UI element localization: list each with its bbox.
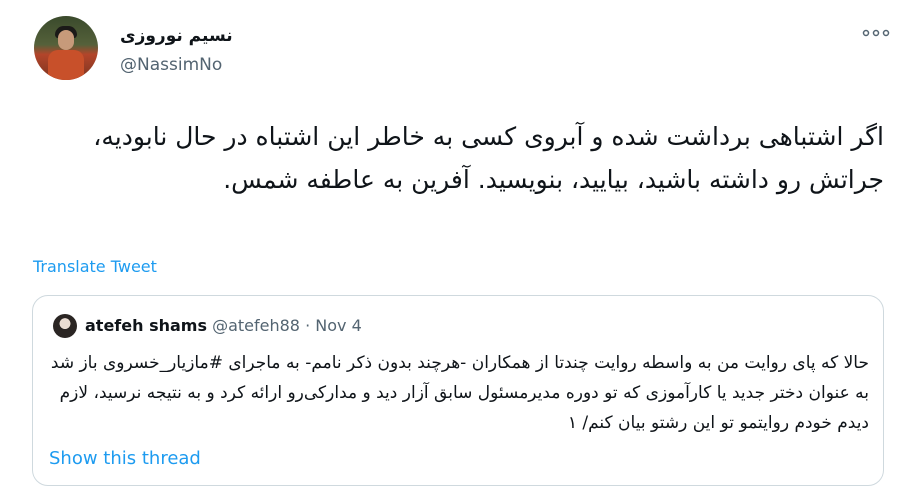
quoted-author-handle[interactable]: @atefeh88 [212, 316, 300, 335]
show-this-thread-link[interactable]: Show this thread [49, 448, 201, 469]
quoted-separator: · [305, 316, 311, 335]
avatar-scarf [48, 50, 84, 80]
quoted-author-avatar[interactable] [53, 314, 77, 338]
quoted-tweet-card[interactable]: atefeh shams @atefeh88 · Nov 4 حالا که پ… [32, 295, 884, 486]
quoted-date[interactable]: Nov 4 [315, 316, 362, 335]
tweet-text: اگر اشتباهی برداشت شده و آبروی کسی به خا… [93, 122, 884, 194]
quoted-author-display-name[interactable]: atefeh shams [85, 316, 207, 335]
quoted-tweet-header: atefeh shams @atefeh88 · Nov 4 [85, 316, 362, 335]
author-avatar[interactable] [34, 16, 98, 80]
author-display-name[interactable]: نسیم نوروزی [120, 26, 233, 46]
avatar-face [58, 30, 74, 50]
translate-tweet-link[interactable]: Translate Tweet [33, 257, 157, 276]
quoted-tweet-text: حالا که پای روایت من به واسطه روایت چندت… [50, 353, 869, 433]
author-handle[interactable]: @NassimNo [120, 55, 222, 75]
more-horizontal-icon[interactable] [862, 28, 890, 38]
